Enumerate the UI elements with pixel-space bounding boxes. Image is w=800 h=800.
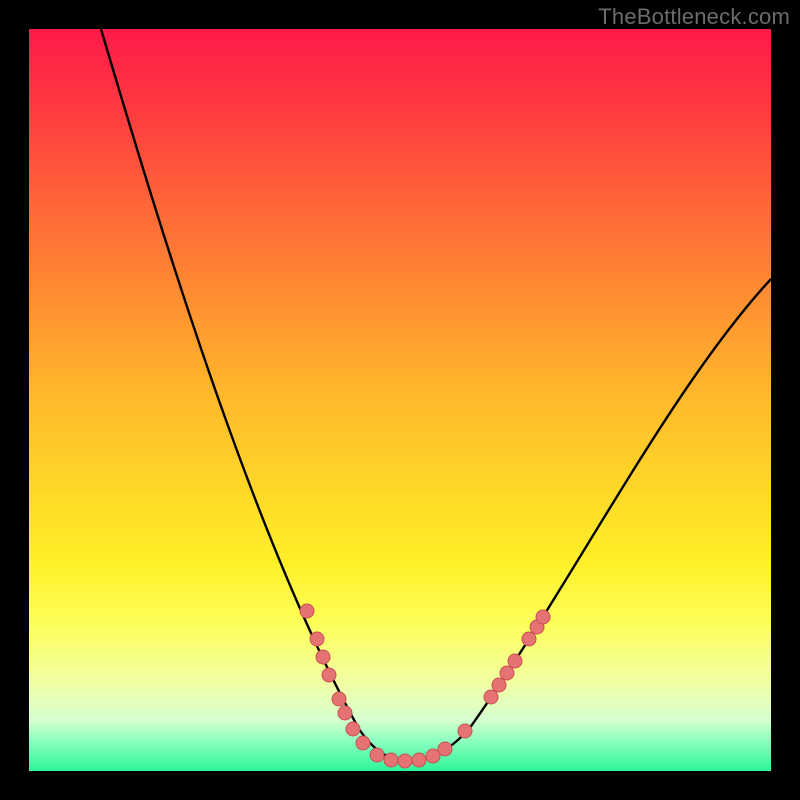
data-dot	[332, 692, 346, 706]
data-dot	[356, 736, 370, 750]
curve-layer	[29, 29, 771, 771]
data-dot	[508, 654, 522, 668]
data-dot	[500, 666, 514, 680]
data-dot	[300, 604, 314, 618]
data-dot	[412, 753, 426, 767]
bottleneck-curve	[101, 29, 771, 761]
data-dot	[398, 754, 412, 768]
data-dot	[384, 753, 398, 767]
data-dot	[458, 724, 472, 738]
data-dot	[322, 668, 336, 682]
data-dot	[484, 690, 498, 704]
watermark-text: TheBottleneck.com	[598, 4, 790, 30]
data-dot	[338, 706, 352, 720]
data-dot	[438, 742, 452, 756]
data-dot	[522, 632, 536, 646]
data-dot	[536, 610, 550, 624]
data-dot	[316, 650, 330, 664]
data-dot	[492, 678, 506, 692]
data-dot	[370, 748, 384, 762]
plot-area	[29, 29, 771, 771]
data-dot	[310, 632, 324, 646]
chart-frame: TheBottleneck.com	[0, 0, 800, 800]
data-dot	[346, 722, 360, 736]
